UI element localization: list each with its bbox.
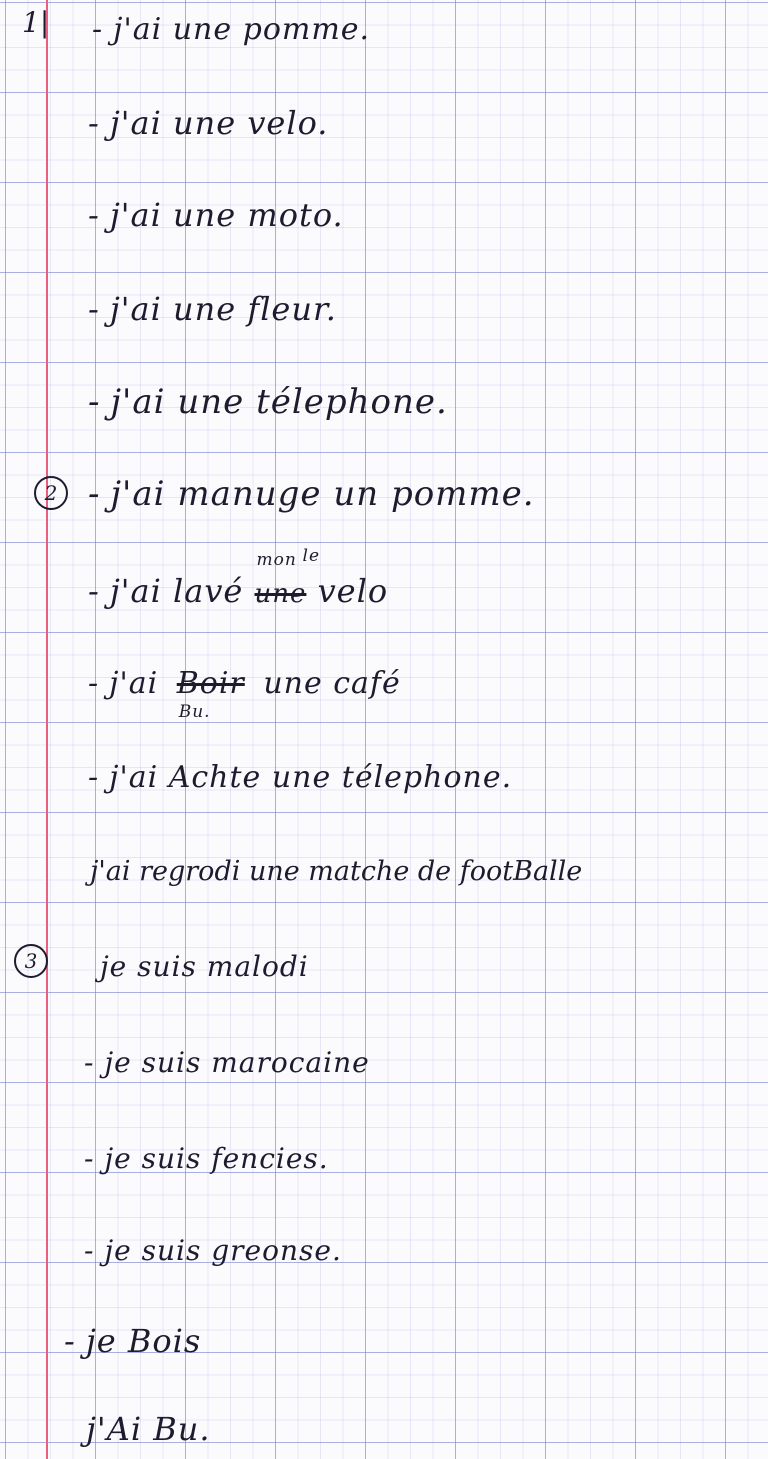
section-3-number: 3 xyxy=(14,944,48,978)
handwritten-line: - je suis marocaine xyxy=(84,1046,370,1079)
struck-word: Boir xyxy=(176,666,245,701)
correction-word: Bu. xyxy=(178,702,211,722)
handwritten-line: je suis malodi xyxy=(100,950,309,983)
handwritten-line-corrected: - j'ai Boir Bu. une café xyxy=(88,666,401,722)
section-2-number: 2 xyxy=(34,476,68,510)
handwritten-line: - j'ai Achte une télephone. xyxy=(88,760,513,795)
handwritten-line: - je suis greonse. xyxy=(84,1234,342,1267)
handwritten-line: - j'ai une fleur. xyxy=(88,290,337,328)
handwritten-line: j'Ai Bu. xyxy=(86,1410,211,1448)
handwritten-line: - j'ai une velo. xyxy=(88,104,329,142)
correction-word: mon xyxy=(256,550,297,570)
section-1-number: 1| xyxy=(22,6,50,39)
struck-word: une xyxy=(254,579,307,609)
handwritten-line: - je Bois xyxy=(64,1322,202,1360)
correction-word: le xyxy=(302,546,321,566)
handwritten-line: - j'ai une moto. xyxy=(88,196,344,234)
handwritten-line: - j'ai une télephone. xyxy=(88,382,448,422)
handwritten-line: - j'ai manuge un pomme. xyxy=(88,474,535,514)
handwritten-line-corrected: - j'ai lavé mon le une velo xyxy=(88,546,389,610)
notebook-page: 1| - j'ai une pomme. - j'ai une velo. - j'a… xyxy=(0,0,768,1459)
margin-line xyxy=(46,0,48,1459)
handwritten-line: - j'ai une pomme. xyxy=(92,12,371,47)
handwritten-line: j'ai regrodi une matche de footBalle xyxy=(90,856,583,887)
handwritten-line: - je suis fencies. xyxy=(84,1142,329,1175)
